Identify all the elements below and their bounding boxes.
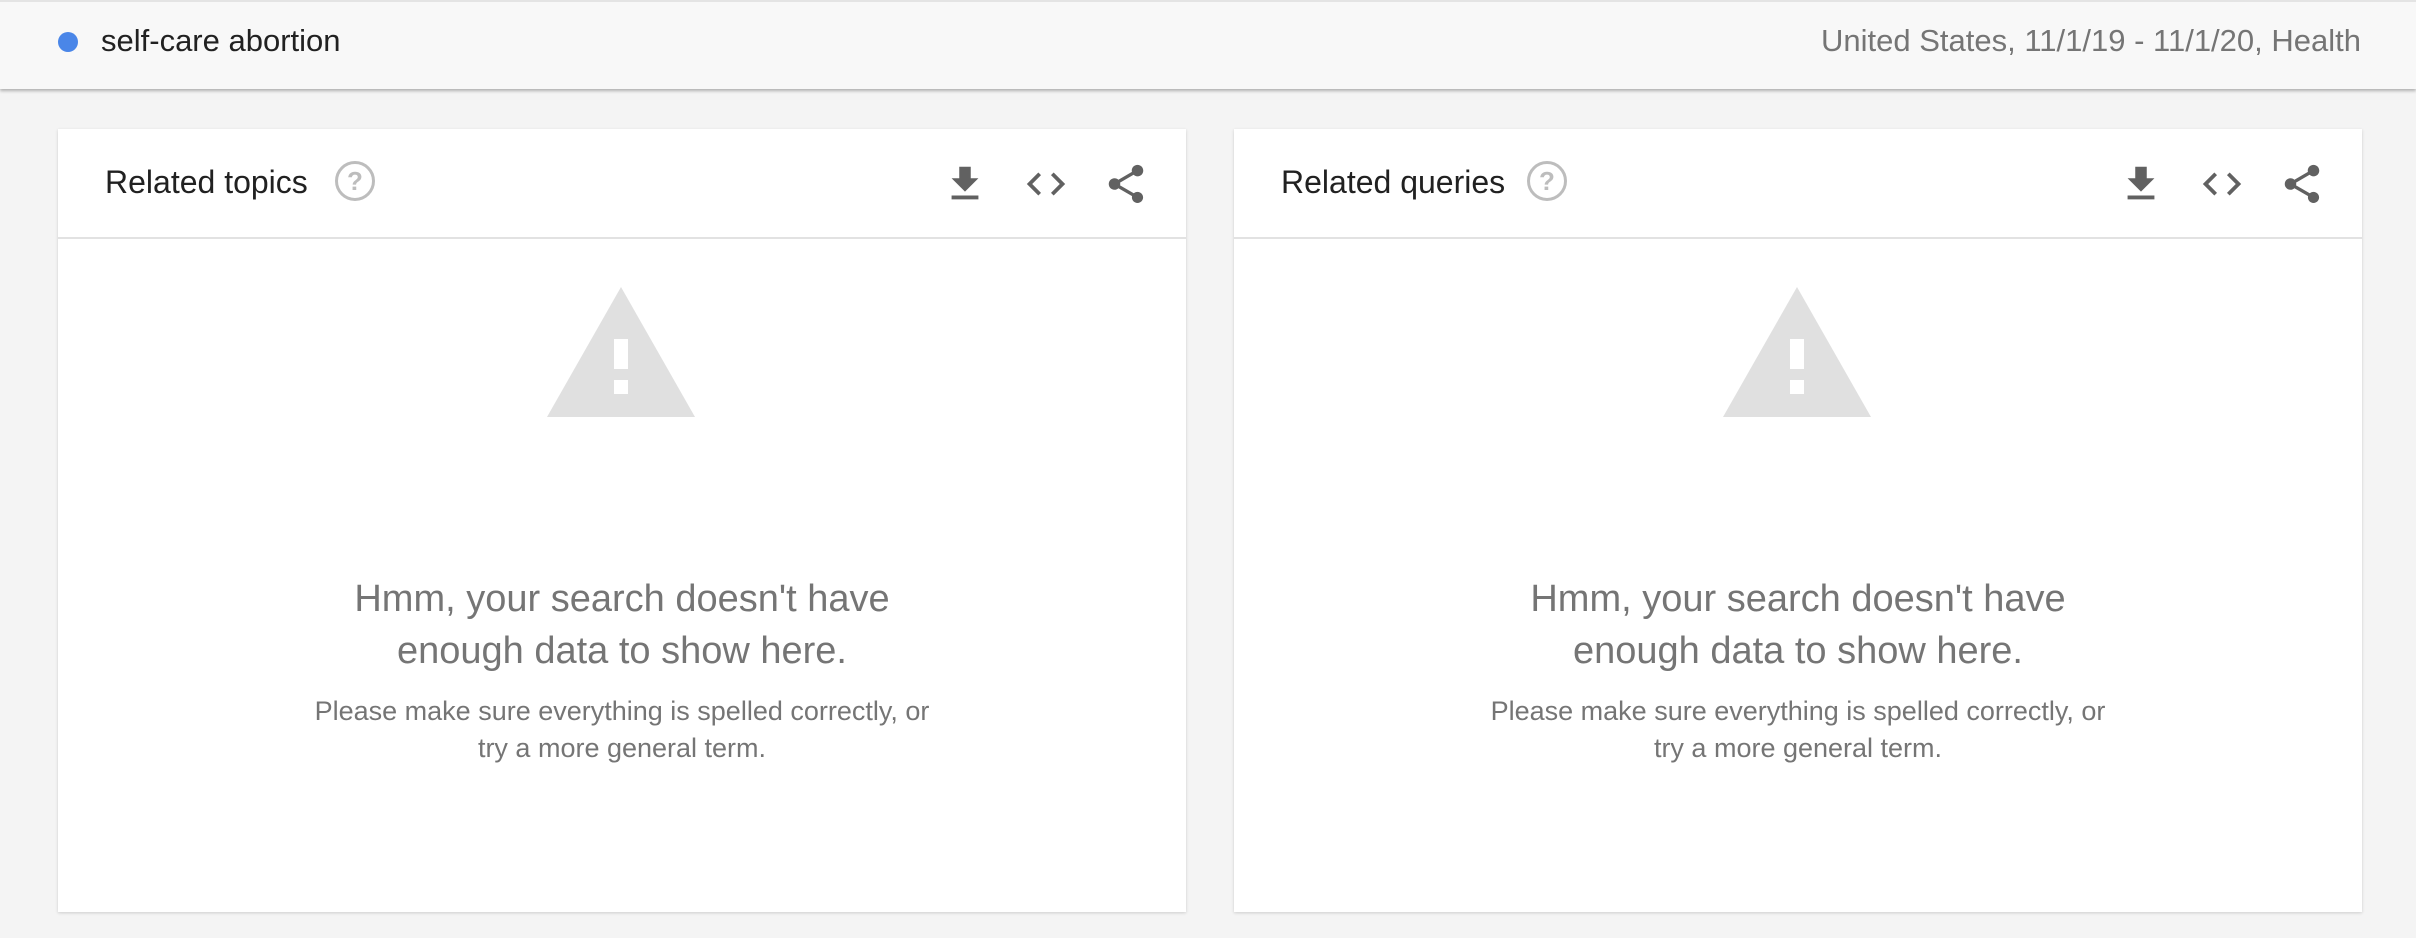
share-icon[interactable] [2279,161,2325,207]
empty-hint-line: Please make sure everything is spelled c… [1490,696,2106,726]
empty-heading-line: enough data to show here. [1572,630,2023,672]
download-icon[interactable] [942,161,988,207]
empty-state-hint: Please make sure everything is spelled c… [1234,693,2362,767]
empty-hint-line: try a more general term. [1653,733,1943,763]
related-queries-card: Related queries ? Hmm, your search doesn… [1234,129,2362,912]
empty-state-hint: Please make sure everything is spelled c… [58,693,1186,767]
empty-heading-line: Hmm, your search doesn't have [1530,578,2066,620]
share-icon[interactable] [1103,161,1149,207]
embed-code-icon[interactable] [1023,161,1069,207]
warning-triangle-icon [1723,287,1871,417]
embed-code-icon[interactable] [2199,161,2245,207]
empty-state: Hmm, your search doesn't have enough dat… [1234,239,2362,912]
empty-state-heading: Hmm, your search doesn't have enough dat… [1234,573,2362,677]
download-icon[interactable] [2118,161,2164,207]
search-term-bar: self-care abortion United States, 11/1/1… [0,0,2416,89]
related-topics-card: Related topics ? Hmm, your search doesn'… [58,129,1186,912]
empty-hint-line: Please make sure everything is spelled c… [314,696,930,726]
card-title: Related topics [105,164,308,200]
empty-hint-line: try a more general term. [477,733,767,763]
empty-state-heading: Hmm, your search doesn't have enough dat… [58,573,1186,677]
empty-heading-line: enough data to show here. [396,630,847,672]
search-filters-summary: United States, 11/1/19 - 11/1/20, Health [1821,23,2361,58]
card-title: Related queries [1281,164,1506,200]
help-icon[interactable]: ? [1527,161,1567,201]
card-header: Related topics ? [58,129,1186,239]
term-color-dot [58,32,78,52]
search-term-label: self-care abortion [101,23,341,58]
empty-heading-line: Hmm, your search doesn't have [354,578,890,620]
help-icon[interactable]: ? [335,161,375,201]
warning-triangle-icon [547,287,695,417]
empty-state: Hmm, your search doesn't have enough dat… [58,239,1186,912]
card-header: Related queries ? [1234,129,2362,239]
